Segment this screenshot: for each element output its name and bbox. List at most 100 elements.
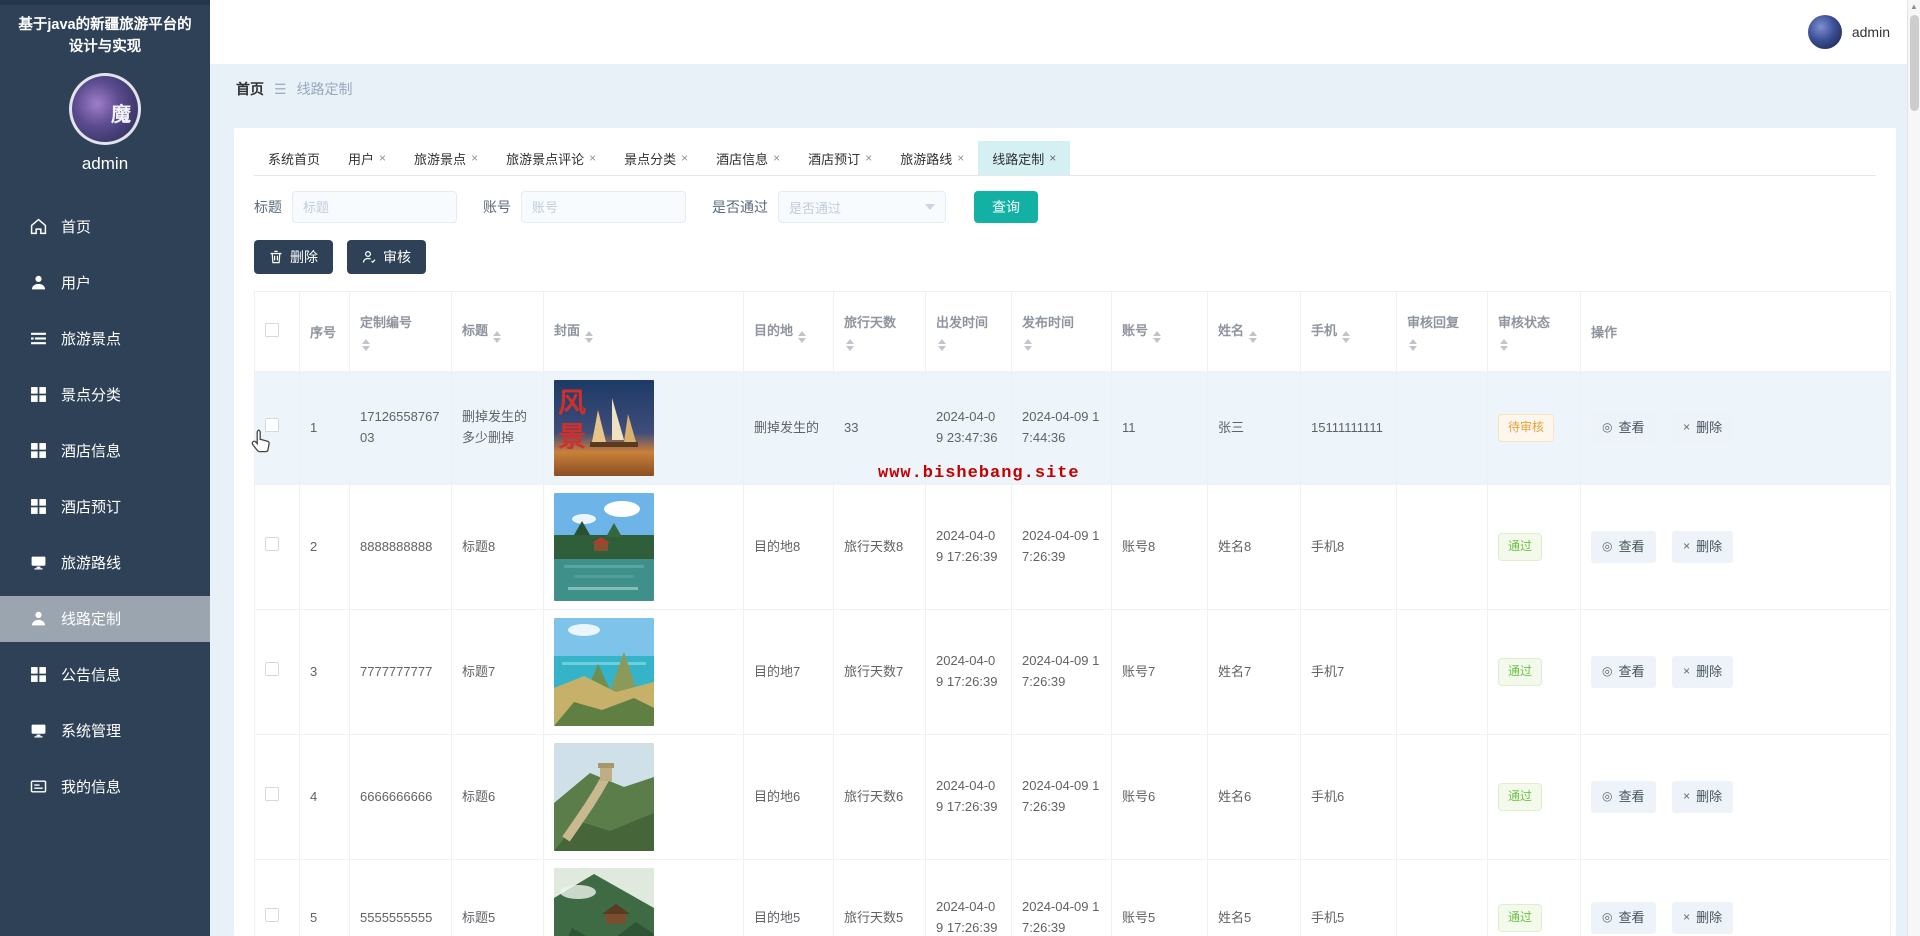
row-checkbox[interactable] — [265, 662, 279, 676]
sidebar-item-route-customization[interactable]: 线路定制 — [0, 596, 210, 642]
audit-button[interactable]: 审核 — [347, 240, 426, 274]
tab-label: 用户 — [348, 149, 374, 168]
close-icon[interactable]: × — [379, 151, 386, 165]
row-delete-button[interactable]: ×删除 — [1672, 656, 1733, 689]
title-filter-input[interactable] — [292, 191, 457, 223]
cell-name: 姓名8 — [1208, 485, 1301, 610]
col-destination[interactable]: 目的地 — [744, 292, 834, 372]
eye-icon: ◎ — [1602, 787, 1612, 806]
sort-icon[interactable] — [798, 331, 806, 343]
row-delete-button[interactable]: ×删除 — [1672, 412, 1733, 445]
row-checkbox[interactable] — [265, 537, 279, 551]
close-icon[interactable]: × — [865, 151, 872, 165]
view-button[interactable]: ◎查看 — [1591, 902, 1656, 935]
cell-operations: ◎查看 ×删除 — [1581, 485, 1891, 610]
cell-phone: 手机6 — [1301, 735, 1397, 860]
sidebar-item-system-management[interactable]: 系统管理 — [0, 708, 210, 754]
row-delete-button[interactable]: ×删除 — [1672, 781, 1733, 814]
sort-icon[interactable] — [938, 339, 946, 351]
sort-icon[interactable] — [1342, 331, 1350, 343]
sort-icon[interactable] — [493, 331, 501, 343]
sidebar-item-announcements[interactable]: 公告信息 — [0, 652, 210, 698]
col-account[interactable]: 账号 — [1112, 292, 1208, 372]
scrollbar-thumb[interactable] — [1910, 15, 1919, 111]
breadcrumb-home-link[interactable]: 首页 — [236, 79, 264, 99]
col-title[interactable]: 标题 — [452, 292, 544, 372]
tab-users[interactable]: 用户 × — [334, 141, 400, 175]
close-icon[interactable]: × — [773, 151, 780, 165]
col-audit-status[interactable]: 审核状态 — [1488, 292, 1581, 372]
delete-button[interactable]: 删除 — [254, 240, 333, 274]
view-button[interactable]: ◎查看 — [1591, 781, 1656, 814]
tab-route-customization[interactable]: 线路定制 × — [978, 141, 1070, 175]
pass-filter-select[interactable]: 是否通过 — [778, 191, 946, 223]
sidebar-item-spot-categories[interactable]: 景点分类 — [0, 372, 210, 418]
row-delete-button[interactable]: ×删除 — [1672, 902, 1733, 935]
sort-icon[interactable] — [846, 339, 854, 351]
col-phone[interactable]: 手机 — [1301, 292, 1397, 372]
col-code[interactable]: 定制编号 — [350, 292, 452, 372]
cell-title: 标题6 — [452, 735, 544, 860]
cell-operations: ◎查看 ×删除 — [1581, 860, 1891, 936]
sort-icon[interactable] — [1409, 339, 1417, 351]
tab-system-home[interactable]: 系统首页 — [254, 141, 334, 175]
select-all-checkbox[interactable] — [265, 323, 279, 337]
tab-hotel-booking[interactable]: 酒店预订 × — [794, 141, 886, 175]
grid-icon — [30, 442, 47, 459]
search-button[interactable]: 查询 — [974, 191, 1038, 223]
sort-icon[interactable] — [1500, 339, 1508, 351]
row-checkbox[interactable] — [265, 908, 279, 922]
account-filter-input[interactable] — [521, 191, 686, 223]
sort-icon[interactable] — [1024, 339, 1032, 351]
sidebar-item-travel-routes[interactable]: 旅游路线 — [0, 540, 210, 586]
sidebar-item-scenic-spots[interactable]: 旅游景点 — [0, 316, 210, 362]
sidebar-item-home[interactable]: 首页 — [0, 204, 210, 250]
col-depart-time[interactable]: 出发时间 — [926, 292, 1012, 372]
cell-publish-time: 2024-04-09 17:26:39 — [1012, 735, 1112, 860]
close-icon[interactable]: × — [589, 151, 596, 165]
cell-code: 1712655876703 — [350, 372, 452, 485]
row-checkbox[interactable] — [265, 787, 279, 801]
close-icon[interactable]: × — [957, 151, 964, 165]
sidebar-item-my-info[interactable]: 我的信息 — [0, 764, 210, 810]
sidebar-item-users[interactable]: 用户 — [0, 260, 210, 306]
cell-select — [255, 485, 300, 610]
sort-icon[interactable] — [1249, 331, 1257, 343]
vertical-scrollbar[interactable]: ▲ — [1907, 0, 1920, 936]
cell-audit-status: 待审核 — [1488, 372, 1581, 485]
col-days[interactable]: 旅行天数 — [834, 292, 926, 372]
cell-publish-time: 2024-04-09 17:26:39 — [1012, 860, 1112, 936]
sidebar-item-label: 酒店信息 — [61, 440, 121, 461]
row-delete-button[interactable]: ×删除 — [1672, 531, 1733, 564]
cell-cover — [544, 860, 744, 936]
sidebar-item-hotel-info[interactable]: 酒店信息 — [0, 428, 210, 474]
cell-account: 账号7 — [1112, 610, 1208, 735]
sidebar-item-hotel-booking[interactable]: 酒店预订 — [0, 484, 210, 530]
col-name[interactable]: 姓名 — [1208, 292, 1301, 372]
topbar-user-menu[interactable]: admin — [1808, 15, 1890, 49]
sort-icon[interactable] — [585, 331, 593, 343]
view-button[interactable]: ◎查看 — [1591, 412, 1656, 445]
tab-hotel-info[interactable]: 酒店信息 × — [702, 141, 794, 175]
sort-icon[interactable] — [1153, 331, 1161, 343]
close-icon[interactable]: × — [471, 151, 478, 165]
cell-destination: 删掉发生的 — [744, 372, 834, 485]
tab-spot-comments[interactable]: 旅游景点评论 × — [492, 141, 610, 175]
cell-audit-reply — [1397, 610, 1488, 735]
close-icon[interactable]: × — [681, 151, 688, 165]
col-cover[interactable]: 封面 — [544, 292, 744, 372]
sort-icon[interactable] — [362, 339, 370, 351]
tab-travel-routes[interactable]: 旅游路线 × — [886, 141, 978, 175]
status-badge: 通过 — [1498, 658, 1542, 685]
col-publish-time[interactable]: 发布时间 — [1012, 292, 1112, 372]
tab-scenic-spots[interactable]: 旅游景点 × — [400, 141, 492, 175]
tab-label: 旅游景点 — [414, 149, 466, 168]
view-button[interactable]: ◎查看 — [1591, 656, 1656, 689]
col-audit-reply[interactable]: 审核回复 — [1397, 292, 1488, 372]
cell-name: 姓名7 — [1208, 610, 1301, 735]
view-button[interactable]: ◎查看 — [1591, 531, 1656, 564]
scroll-up-icon[interactable]: ▲ — [1908, 0, 1920, 13]
grid-icon — [30, 498, 47, 515]
tab-spot-categories[interactable]: 景点分类 × — [610, 141, 702, 175]
close-icon[interactable]: × — [1049, 151, 1056, 165]
